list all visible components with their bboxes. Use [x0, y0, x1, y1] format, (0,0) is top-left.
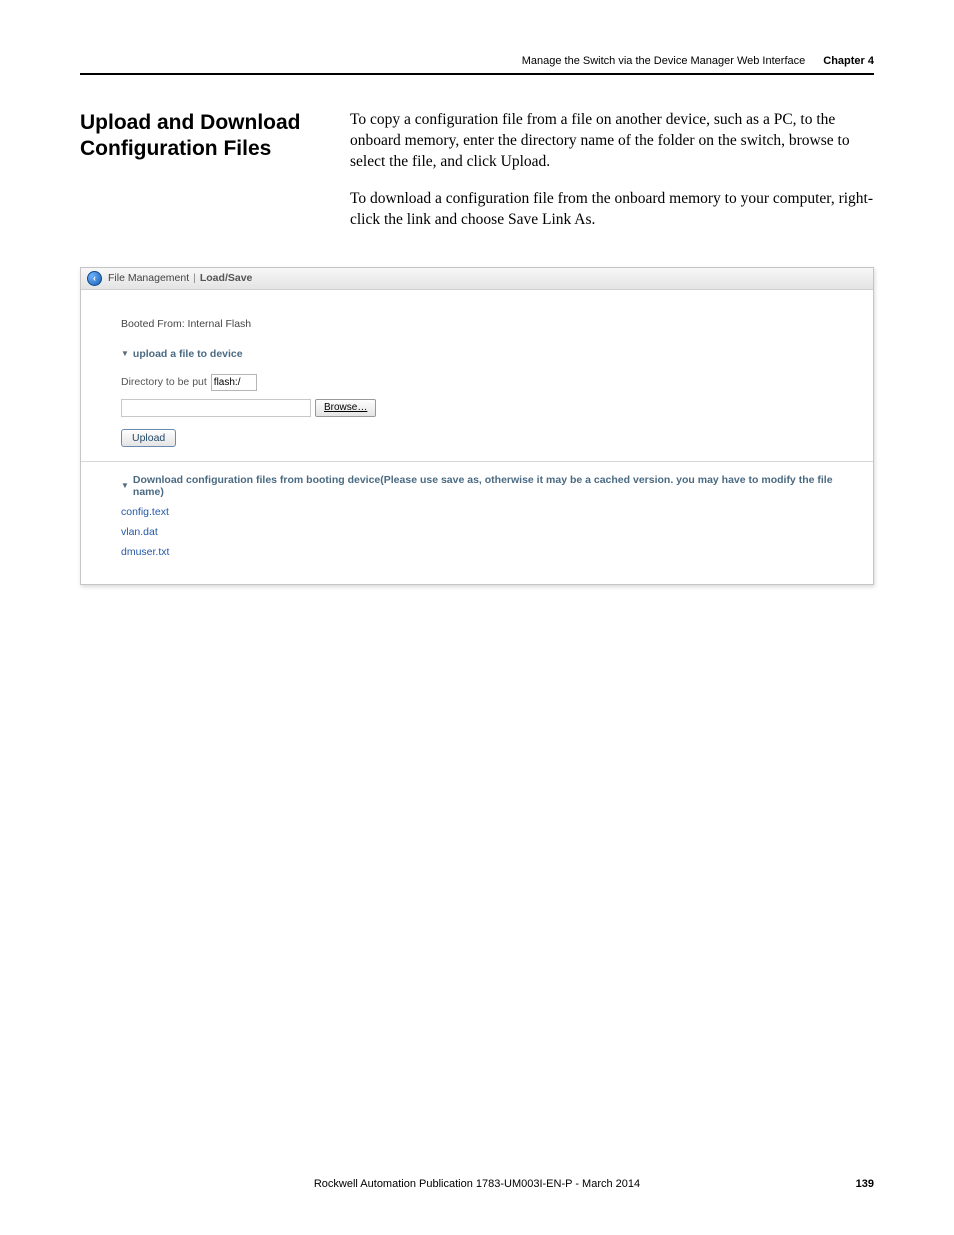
- page-number: 139: [856, 1178, 874, 1190]
- breadcrumb-bar: ‹ File Management | Load/Save: [81, 268, 873, 290]
- download-heading-text: Download configuration files from bootin…: [133, 474, 833, 498]
- paragraph: To download a configuration file from th…: [350, 189, 874, 231]
- section-body: To copy a configuration file from a file…: [350, 110, 874, 247]
- file-path-input[interactable]: [121, 399, 311, 417]
- running-header: Manage the Switch via the Device Manager…: [80, 55, 874, 73]
- directory-input[interactable]: [211, 374, 257, 391]
- booted-from-label: Booted From: Internal Flash: [121, 318, 833, 330]
- section-heading: Upload and Download Configuration Files: [80, 110, 320, 247]
- collapse-triangle-icon: ▼: [121, 481, 129, 490]
- breadcrumb-parent[interactable]: File Management: [108, 272, 189, 284]
- download-section-header[interactable]: ▼ Download configuration files from boot…: [121, 474, 833, 498]
- chapter-label: Chapter 4: [823, 55, 874, 67]
- breadcrumb-separator: |: [193, 272, 196, 284]
- footer-publication: Rockwell Automation Publication 1783-UM0…: [0, 1178, 954, 1190]
- directory-label: Directory to be put: [121, 376, 207, 388]
- section-divider: [81, 461, 873, 462]
- upload-section-header[interactable]: ▼ upload a file to device: [121, 348, 833, 360]
- browse-button[interactable]: Browse…: [315, 399, 376, 417]
- embedded-screenshot: ‹ File Management | Load/Save Booted Fro…: [80, 267, 874, 585]
- breadcrumb-current: Load/Save: [200, 272, 253, 284]
- file-link-config[interactable]: config.text: [121, 506, 833, 518]
- collapse-triangle-icon: ▼: [121, 349, 129, 358]
- upload-button[interactable]: Upload: [121, 429, 176, 447]
- header-rule: [80, 73, 874, 75]
- back-button[interactable]: ‹: [87, 271, 102, 286]
- file-link-vlan[interactable]: vlan.dat: [121, 526, 833, 538]
- upload-heading-text: upload a file to device: [133, 348, 243, 360]
- file-link-dmuser[interactable]: dmuser.txt: [121, 546, 833, 558]
- back-arrow-icon: ‹: [93, 273, 96, 283]
- chapter-title: Manage the Switch via the Device Manager…: [522, 55, 806, 67]
- paragraph: To copy a configuration file from a file…: [350, 110, 874, 173]
